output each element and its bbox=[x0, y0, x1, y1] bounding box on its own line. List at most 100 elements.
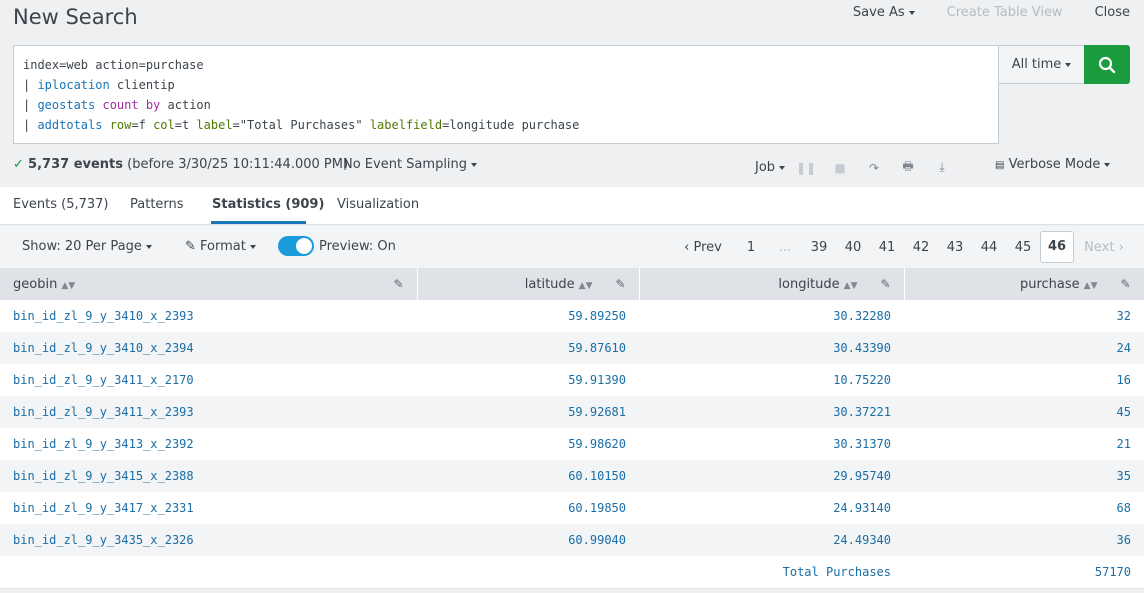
next-label: Next bbox=[1084, 239, 1115, 255]
cell-geobin[interactable]: bin_id_zl_9_y_3410_x_2393 bbox=[0, 300, 417, 332]
query-value: ="Total Purchases" bbox=[232, 118, 363, 132]
page-link[interactable]: 41 bbox=[870, 240, 904, 255]
cell-latitude[interactable]: 59.89250 bbox=[417, 300, 639, 332]
format-label: Format bbox=[200, 239, 246, 254]
search-mode-menu[interactable]: ▤ Verbose Mode bbox=[995, 157, 1111, 172]
cell-geobin[interactable]: bin_id_zl_9_y_3435_x_2326 bbox=[0, 524, 417, 556]
pencil-icon[interactable]: ✎ bbox=[880, 277, 890, 291]
cell-purchase[interactable]: 36 bbox=[904, 524, 1144, 556]
tab-events[interactable]: Events (5,737) bbox=[13, 197, 109, 212]
cell-latitude[interactable]: 60.10150 bbox=[417, 460, 639, 492]
cell-longitude[interactable]: 30.32280 bbox=[639, 300, 904, 332]
search-bar: index=web action=purchase | iplocation c… bbox=[13, 45, 1130, 144]
time-range-picker[interactable]: All time bbox=[998, 45, 1085, 84]
pause-icon[interactable]: ❚❚ bbox=[789, 161, 823, 175]
total-label[interactable]: Total Purchases bbox=[639, 556, 904, 589]
column-header-longitude[interactable]: longitude ▲▼ ✎ bbox=[639, 268, 905, 300]
cell-longitude[interactable]: 30.43390 bbox=[639, 332, 904, 364]
column-header-latitude[interactable]: latitude ▲▼ ✎ bbox=[417, 268, 640, 300]
query-function: count bbox=[95, 98, 139, 112]
query-line-1: index=web action=purchase bbox=[23, 58, 204, 72]
stop-icon[interactable]: ■ bbox=[823, 161, 857, 175]
export-icon[interactable]: ⤓ bbox=[925, 160, 959, 175]
sampling-label: No Event Sampling bbox=[343, 157, 468, 172]
cell-geobin[interactable]: bin_id_zl_9_y_3415_x_2388 bbox=[0, 460, 417, 492]
cell-latitude[interactable]: 59.91390 bbox=[417, 364, 639, 396]
active-tab-indicator bbox=[211, 221, 306, 224]
current-page[interactable]: 46 bbox=[1040, 231, 1074, 263]
cell-longitude[interactable]: 24.49340 bbox=[639, 524, 904, 556]
search-button[interactable] bbox=[1084, 45, 1130, 84]
cell-purchase[interactable]: 45 bbox=[904, 396, 1144, 428]
format-menu[interactable]: ✎ Format bbox=[185, 239, 256, 254]
pencil-icon[interactable]: ✎ bbox=[615, 277, 625, 291]
caret-down-icon bbox=[249, 244, 256, 249]
table-row: bin_id_zl_9_y_3417_x_2331 60.19850 24.93… bbox=[0, 492, 1144, 524]
page-link[interactable]: 44 bbox=[972, 240, 1006, 255]
cell-latitude[interactable]: 59.92681 bbox=[417, 396, 639, 428]
query-argument: label bbox=[189, 118, 233, 132]
cell-geobin[interactable]: bin_id_zl_9_y_3417_x_2331 bbox=[0, 492, 417, 524]
table-row: bin_id_zl_9_y_3411_x_2170 59.91390 10.75… bbox=[0, 364, 1144, 396]
cell-longitude[interactable]: 10.75220 bbox=[639, 364, 904, 396]
cell-latitude[interactable]: 59.87610 bbox=[417, 332, 639, 364]
cell-longitude[interactable]: 24.93140 bbox=[639, 492, 904, 524]
close-button[interactable]: Close bbox=[1095, 5, 1130, 20]
event-sampling-menu[interactable]: No Event Sampling bbox=[343, 157, 478, 172]
cell-geobin[interactable]: bin_id_zl_9_y_3411_x_2393 bbox=[0, 396, 417, 428]
tab-visualization[interactable]: Visualization bbox=[337, 197, 419, 212]
next-page-button[interactable]: Next › bbox=[1074, 240, 1134, 255]
column-header-geobin[interactable]: geobin ▲▼ ✎ bbox=[0, 268, 418, 300]
toggle-knob bbox=[296, 238, 312, 254]
page-link[interactable]: 43 bbox=[938, 240, 972, 255]
per-page-menu[interactable]: Show: 20 Per Page bbox=[22, 239, 152, 254]
print-icon[interactable]: 🖶 bbox=[891, 157, 925, 178]
cell-latitude[interactable]: 60.19850 bbox=[417, 492, 639, 524]
cell-latitude[interactable]: 59.98620 bbox=[417, 428, 639, 460]
cell-geobin[interactable]: bin_id_zl_9_y_3410_x_2394 bbox=[0, 332, 417, 364]
page-link[interactable]: 45 bbox=[1006, 240, 1040, 255]
caret-down-icon bbox=[1104, 162, 1111, 167]
job-status-bar: ✓ 5,737 events (before 3/30/25 10:11:44.… bbox=[0, 152, 1144, 180]
events-count: 5,737 events bbox=[28, 157, 124, 172]
job-menu[interactable]: Job bbox=[755, 160, 789, 175]
check-icon: ✓ bbox=[13, 157, 24, 172]
cell-geobin[interactable]: bin_id_zl_9_y_3413_x_2392 bbox=[0, 428, 417, 460]
prev-page-button[interactable]: ‹ Prev bbox=[672, 240, 734, 255]
preview-toggle[interactable] bbox=[278, 236, 314, 256]
sort-icon[interactable]: ▲▼ bbox=[579, 281, 593, 291]
sort-icon[interactable]: ▲▼ bbox=[61, 281, 75, 291]
total-value[interactable]: 57170 bbox=[904, 556, 1144, 589]
cell-purchase[interactable]: 35 bbox=[904, 460, 1144, 492]
cell-purchase[interactable]: 16 bbox=[904, 364, 1144, 396]
page-link[interactable]: 39 bbox=[802, 240, 836, 255]
page-link[interactable]: 42 bbox=[904, 240, 938, 255]
table-row: bin_id_zl_9_y_3410_x_2394 59.87610 30.43… bbox=[0, 332, 1144, 364]
cell-latitude[interactable]: 60.99040 bbox=[417, 524, 639, 556]
cell-longitude[interactable]: 30.37221 bbox=[639, 396, 904, 428]
cell-longitude[interactable]: 29.95740 bbox=[639, 460, 904, 492]
page-link[interactable]: 40 bbox=[836, 240, 870, 255]
cell-purchase[interactable]: 32 bbox=[904, 300, 1144, 332]
save-as-menu[interactable]: Save As bbox=[853, 5, 915, 20]
tab-patterns[interactable]: Patterns bbox=[130, 197, 184, 212]
cell-purchase[interactable]: 68 bbox=[904, 492, 1144, 524]
tab-statistics[interactable]: Statistics (909) bbox=[212, 197, 324, 212]
pencil-icon[interactable]: ✎ bbox=[1120, 277, 1130, 291]
cell-geobin[interactable]: bin_id_zl_9_y_3411_x_2170 bbox=[0, 364, 417, 396]
mode-label: Verbose Mode bbox=[1008, 157, 1101, 172]
pencil-icon[interactable]: ✎ bbox=[393, 277, 403, 291]
page-link[interactable]: 1 bbox=[734, 240, 768, 255]
create-table-view-button[interactable]: Create Table View bbox=[947, 5, 1063, 20]
event-count-status: ✓ 5,737 events (before 3/30/25 10:11:44.… bbox=[13, 157, 348, 172]
search-query-editor[interactable]: index=web action=purchase | iplocation c… bbox=[13, 45, 999, 144]
sort-icon[interactable]: ▲▼ bbox=[1084, 281, 1098, 291]
cell-purchase[interactable]: 21 bbox=[904, 428, 1144, 460]
sort-icon[interactable]: ▲▼ bbox=[844, 281, 858, 291]
cell-longitude[interactable]: 30.31370 bbox=[639, 428, 904, 460]
table-row: bin_id_zl_9_y_3415_x_2388 60.10150 29.95… bbox=[0, 460, 1144, 492]
share-icon[interactable]: ↷ bbox=[857, 161, 891, 175]
time-range-label: All time bbox=[1011, 57, 1062, 72]
cell-purchase[interactable]: 24 bbox=[904, 332, 1144, 364]
column-header-purchase[interactable]: purchase ▲▼ ✎ bbox=[904, 268, 1144, 300]
